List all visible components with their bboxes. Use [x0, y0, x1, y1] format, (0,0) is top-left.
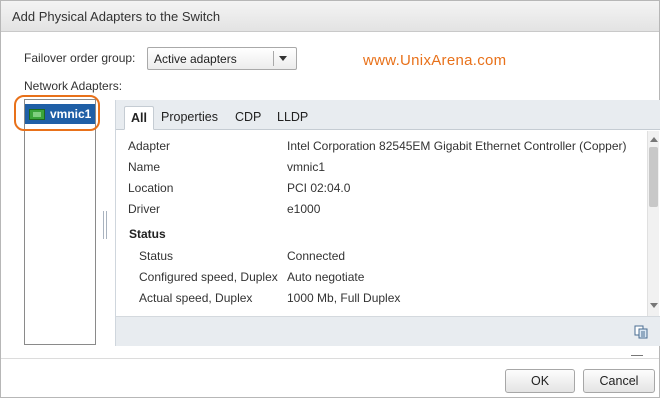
detail-key: Name	[128, 160, 161, 174]
failover-order-group-select[interactable]: Active adapters	[147, 47, 297, 70]
detail-value: Connected	[287, 249, 346, 263]
detail-key: Adapter	[128, 139, 171, 153]
scroll-up-icon[interactable]	[650, 137, 658, 142]
details-tabbar: All Properties CDP LLDP	[116, 100, 660, 130]
detail-value: PCI 02:04.0	[287, 181, 351, 195]
detail-value: Intel Corporation 82545EM Gigabit Ethern…	[287, 139, 627, 153]
network-adapter-list[interactable]: vmnic1	[24, 99, 96, 345]
watermark-text: www.UnixArena.com	[363, 52, 507, 69]
detail-key: Status	[139, 249, 174, 263]
splitter-handle[interactable]	[103, 211, 107, 239]
detail-row-status: Status Connected	[116, 246, 647, 266]
scrollbar-thumb[interactable]	[649, 147, 658, 207]
status-section-title: Status	[129, 227, 166, 241]
details-scrollbar[interactable]	[647, 131, 659, 316]
tab-properties[interactable]: Properties	[155, 106, 224, 130]
detail-row-location: Location PCI 02:04.0	[116, 178, 647, 198]
copy-to-clipboard-icon[interactable]	[634, 325, 648, 339]
detail-row-adapter: Adapter Intel Corporation 82545EM Gigabi…	[116, 136, 647, 156]
dialog-titlebar[interactable]: Add Physical Adapters to the Switch	[1, 1, 659, 32]
tab-all[interactable]: All	[124, 106, 154, 130]
tab-lldp[interactable]: LLDP	[271, 106, 314, 130]
select-divider	[273, 51, 274, 66]
detail-row-name: Name vmnic1	[116, 157, 647, 177]
detail-key: Configured speed, Duplex	[139, 270, 278, 284]
detail-key: Actual speed, Duplex	[139, 291, 253, 305]
ok-button[interactable]: OK	[505, 369, 575, 393]
adapter-details-panel: All Properties CDP LLDP Adapter Intel Co…	[115, 100, 660, 346]
detail-row-actual-speed: Actual speed, Duplex 1000 Mb, Full Duple…	[116, 288, 647, 308]
detail-value: 1000 Mb, Full Duplex	[287, 291, 401, 305]
resize-mark	[631, 355, 643, 356]
failover-order-group-value: Active adapters	[154, 52, 237, 66]
scroll-down-icon[interactable]	[650, 303, 658, 308]
tab-cdp[interactable]: CDP	[229, 106, 267, 130]
footer-separator	[1, 358, 659, 359]
cancel-button[interactable]: Cancel	[583, 369, 655, 393]
detail-key: Location	[128, 181, 174, 195]
chevron-down-icon[interactable]	[279, 56, 287, 61]
failover-order-group-label: Failover order group:	[24, 51, 136, 65]
detail-value: e1000	[287, 202, 321, 216]
detail-key: Driver	[128, 202, 160, 216]
detail-row-driver: Driver e1000	[116, 199, 647, 219]
detail-value: Auto negotiate	[287, 270, 365, 284]
network-adapters-label: Network Adapters:	[24, 79, 123, 93]
annotation-highlight-circle	[14, 95, 100, 131]
add-physical-adapters-dialog: Add Physical Adapters to the Switch Fail…	[0, 0, 660, 398]
details-footer	[116, 316, 660, 346]
detail-value: vmnic1	[287, 160, 326, 174]
detail-row-configured-speed: Configured speed, Duplex Auto negotiate	[116, 267, 647, 287]
details-content: Adapter Intel Corporation 82545EM Gigabi…	[116, 131, 647, 316]
dialog-title: Add Physical Adapters to the Switch	[12, 9, 221, 24]
